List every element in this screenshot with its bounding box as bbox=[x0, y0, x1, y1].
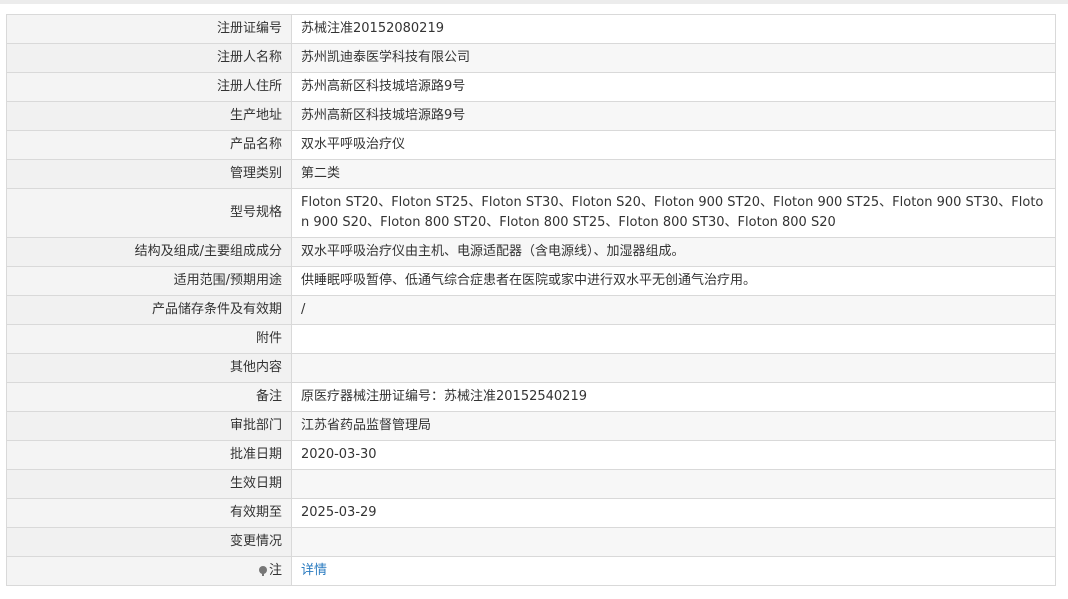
note-label: 注 bbox=[268, 563, 282, 578]
table-row: 变更情况 bbox=[6, 527, 1056, 557]
row-value: 第二类 bbox=[291, 159, 1056, 189]
row-label: 生效日期 bbox=[6, 469, 292, 499]
row-label: 变更情况 bbox=[6, 527, 292, 557]
row-label: 审批部门 bbox=[6, 411, 292, 441]
table-row: 备注 原医疗器械注册证编号：苏械注准20152540219 bbox=[6, 382, 1056, 412]
row-value: 苏州高新区科技城培源路9号 bbox=[291, 101, 1056, 131]
bulb-icon bbox=[258, 566, 267, 576]
row-label: 适用范围/预期用途 bbox=[6, 266, 292, 296]
table-row: 注册证编号 苏械注准20152080219 bbox=[6, 14, 1056, 44]
row-label: 注册证编号 bbox=[6, 14, 292, 44]
row-label: 批准日期 bbox=[6, 440, 292, 470]
row-label: 其他内容 bbox=[6, 353, 292, 383]
table-row: 审批部门 江苏省药品监督管理局 bbox=[6, 411, 1056, 441]
row-label: 产品储存条件及有效期 bbox=[6, 295, 292, 325]
table-row: 产品名称 双水平呼吸治疗仪 bbox=[6, 130, 1056, 160]
note-value-cell: 详情 bbox=[291, 556, 1056, 586]
row-value: 双水平呼吸治疗仪由主机、电源适配器（含电源线）、加湿器组成。 bbox=[291, 237, 1056, 267]
row-value bbox=[291, 324, 1056, 354]
row-label: 有效期至 bbox=[6, 498, 292, 528]
row-value bbox=[291, 353, 1056, 383]
row-value: 2025-03-29 bbox=[291, 498, 1056, 528]
table-row: 结构及组成/主要组成成分 双水平呼吸治疗仪由主机、电源适配器（含电源线）、加湿器… bbox=[6, 237, 1056, 267]
row-value: 苏械注准20152080219 bbox=[291, 14, 1056, 44]
row-value: 苏州高新区科技城培源路9号 bbox=[291, 72, 1056, 102]
row-label: 注册人住所 bbox=[6, 72, 292, 102]
row-label: 附件 bbox=[6, 324, 292, 354]
table-row: 注册人住所 苏州高新区科技城培源路9号 bbox=[6, 72, 1056, 102]
table-row: 生效日期 bbox=[6, 469, 1056, 499]
row-value: 原医疗器械注册证编号：苏械注准20152540219 bbox=[291, 382, 1056, 412]
row-value: 2020-03-30 bbox=[291, 440, 1056, 470]
top-bar bbox=[0, 0, 1068, 4]
details-link[interactable]: 详情 bbox=[301, 563, 327, 578]
table-row: 有效期至 2025-03-29 bbox=[6, 498, 1056, 528]
table-row: 附件 bbox=[6, 324, 1056, 354]
registration-detail: 注册证编号 苏械注准20152080219 注册人名称 苏州凯迪泰医学科技有限公… bbox=[6, 14, 1056, 586]
row-value: Floton ST20、Floton ST25、Floton ST30、Flot… bbox=[291, 188, 1056, 238]
note-row: 注 详情 bbox=[6, 556, 1056, 586]
table-row: 生产地址 苏州高新区科技城培源路9号 bbox=[6, 101, 1056, 131]
table-row: 产品储存条件及有效期 / bbox=[6, 295, 1056, 325]
row-value: 供睡眠呼吸暂停、低通气综合症患者在医院或家中进行双水平无创通气治疗用。 bbox=[291, 266, 1056, 296]
row-label: 管理类别 bbox=[6, 159, 292, 189]
table-row: 批准日期 2020-03-30 bbox=[6, 440, 1056, 470]
note-label-cell: 注 bbox=[6, 556, 292, 586]
row-value: 双水平呼吸治疗仪 bbox=[291, 130, 1056, 160]
row-label: 产品名称 bbox=[6, 130, 292, 160]
row-value bbox=[291, 469, 1056, 499]
row-label: 生产地址 bbox=[6, 101, 292, 131]
table-row: 型号规格 Floton ST20、Floton ST25、Floton ST30… bbox=[6, 188, 1056, 238]
table-row: 其他内容 bbox=[6, 353, 1056, 383]
table-row: 适用范围/预期用途 供睡眠呼吸暂停、低通气综合症患者在医院或家中进行双水平无创通… bbox=[6, 266, 1056, 296]
row-value: / bbox=[291, 295, 1056, 325]
row-value: 苏州凯迪泰医学科技有限公司 bbox=[291, 43, 1056, 73]
row-label: 结构及组成/主要组成成分 bbox=[6, 237, 292, 267]
row-label: 型号规格 bbox=[6, 188, 292, 238]
row-value bbox=[291, 527, 1056, 557]
row-value: 江苏省药品监督管理局 bbox=[291, 411, 1056, 441]
table-row: 注册人名称 苏州凯迪泰医学科技有限公司 bbox=[6, 43, 1056, 73]
detail-table: 注册证编号 苏械注准20152080219 注册人名称 苏州凯迪泰医学科技有限公… bbox=[6, 14, 1056, 586]
table-row: 管理类别 第二类 bbox=[6, 159, 1056, 189]
row-label: 备注 bbox=[6, 382, 292, 412]
row-label: 注册人名称 bbox=[6, 43, 292, 73]
